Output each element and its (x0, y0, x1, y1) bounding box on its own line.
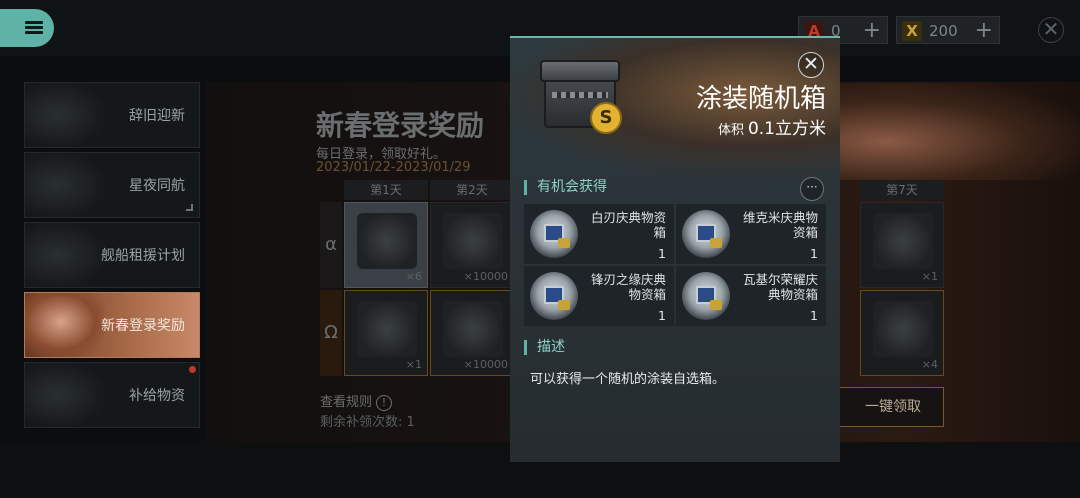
more-options-button[interactable]: ··· (800, 177, 824, 201)
supply-box-icon (682, 210, 730, 258)
sidebar-item-ship-rental[interactable]: 舰船租援计划 (24, 222, 200, 288)
hamburger-icon (25, 21, 43, 35)
column-day-7: 第7天 (860, 180, 944, 200)
view-rules-label: 查看规则 (320, 395, 373, 410)
reward-item-icon (357, 301, 417, 357)
reward-cell[interactable]: ×10000 (430, 290, 514, 376)
drop-item-name: 锋刃之缘庆典物资箱 (590, 272, 666, 302)
reward-cell[interactable]: ×6 (344, 202, 428, 288)
reward-item-icon (443, 301, 503, 357)
reward-cell[interactable]: ×4 (860, 290, 944, 376)
sidebar-item-art (25, 223, 105, 287)
reward-item-icon (873, 301, 933, 357)
reward-quantity: ×10000 (463, 270, 508, 283)
close-icon[interactable]: ✕ (1038, 17, 1064, 43)
row-alpha-label: α (320, 202, 342, 288)
drop-item[interactable]: 瓦基尔荣耀庆典物资箱 1 (676, 266, 826, 326)
drop-item[interactable]: 维克米庆典物资箱 1 (676, 204, 826, 264)
sidebar-item-art (25, 363, 105, 427)
sidebar-item-art (25, 83, 105, 147)
sidebar-item-label: 星夜同航 (129, 178, 185, 194)
character-artwork (838, 84, 1080, 180)
drop-item-name: 白刃庆典物资箱 (590, 210, 666, 240)
drop-item-count: 1 (810, 308, 818, 323)
drop-item-count: 1 (658, 308, 666, 323)
date-range: 2023/01/22-2023/01/29 (316, 160, 471, 175)
modal-close-button[interactable]: ✕ (798, 52, 824, 78)
drops-section-title: 有机会获得 (524, 180, 607, 195)
claim-all-button[interactable]: 一键领取 (838, 387, 944, 427)
sidebar-item-label: 舰船租援计划 (101, 248, 185, 264)
supply-box-icon (530, 272, 578, 320)
remaining-claims: 剩余补领次数: 1 (320, 415, 415, 430)
paint-box-icon: S (540, 60, 622, 136)
item-description: 可以获得一个随机的涂装自选箱。 (530, 372, 726, 387)
sidebar-item-art (25, 293, 105, 357)
info-icon: ! (376, 395, 393, 411)
sidebar-item-label: 补给物资 (129, 388, 185, 404)
reward-quantity: ×1 (405, 358, 422, 371)
reward-cell[interactable]: ×1 (344, 290, 428, 376)
sidebar-item-farewell[interactable]: 辞旧迎新 (24, 82, 200, 148)
resource-gold: X 200 + (896, 16, 1000, 44)
drop-item[interactable]: 白刃庆典物资箱 1 (524, 204, 674, 264)
volume-label: 体积 (717, 123, 744, 138)
gold-x-token-icon: X (902, 21, 922, 41)
add-gold-button[interactable]: + (975, 18, 993, 43)
sidebar-item-art (25, 153, 105, 217)
item-detail-modal: S ✕ 涂装随机箱 体积 0.1立方米 有机会获得 ··· 白刃庆典物资箱 1 维… (510, 36, 840, 462)
drop-item-name: 维克米庆典物资箱 (742, 210, 818, 240)
column-day-1: 第1天 (344, 180, 428, 200)
supply-box-icon (530, 210, 578, 258)
description-section-title: 描述 (524, 340, 565, 355)
drop-item[interactable]: 锋刃之缘庆典物资箱 1 (524, 266, 674, 326)
corner-arrow-icon (186, 204, 193, 211)
reward-item-icon (443, 213, 503, 269)
add-alpha-button[interactable]: + (863, 18, 881, 43)
sidebar-item-starry-voyage[interactable]: 星夜同航 (24, 152, 200, 218)
reward-quantity: ×1 (921, 270, 938, 283)
drop-item-count: 1 (658, 246, 666, 261)
supply-box-icon (682, 272, 730, 320)
reward-quantity: ×10000 (463, 358, 508, 371)
reward-cell[interactable]: ×1 (860, 202, 944, 288)
view-rules-link[interactable]: 查看规则! (320, 391, 393, 411)
page-title: 新春登录奖励 (316, 109, 485, 142)
reward-cell[interactable]: ×10000 (430, 202, 514, 288)
row-omega-label: Ω (320, 290, 342, 376)
resource-gold-value: 200 (929, 22, 958, 40)
notification-dot (189, 366, 196, 373)
sidebar-item-label: 新春登录奖励 (101, 318, 185, 334)
sidebar-item-supplies[interactable]: 补给物资 (24, 362, 200, 428)
item-name: 涂装随机箱 (695, 84, 826, 114)
sidebar-item-label: 辞旧迎新 (129, 108, 185, 124)
drop-item-name: 瓦基尔荣耀庆典物资箱 (742, 272, 818, 302)
reward-item-icon (357, 213, 417, 269)
reward-quantity: ×4 (921, 358, 938, 371)
item-volume: 体积 0.1立方米 (718, 114, 826, 139)
menu-button[interactable] (0, 9, 54, 47)
reward-item-icon (873, 213, 933, 269)
sidebar: 辞旧迎新 星夜同航 舰船租援计划 新春登录奖励 补给物资 (24, 82, 202, 442)
sidebar-item-new-year-login[interactable]: 新春登录奖励 (24, 292, 200, 358)
drop-item-count: 1 (810, 246, 818, 261)
paint-badge-icon: S (590, 102, 622, 134)
volume-value: 0.1立方米 (747, 119, 826, 139)
reward-quantity: ×6 (405, 270, 422, 283)
column-day-2: 第2天 (430, 180, 514, 200)
